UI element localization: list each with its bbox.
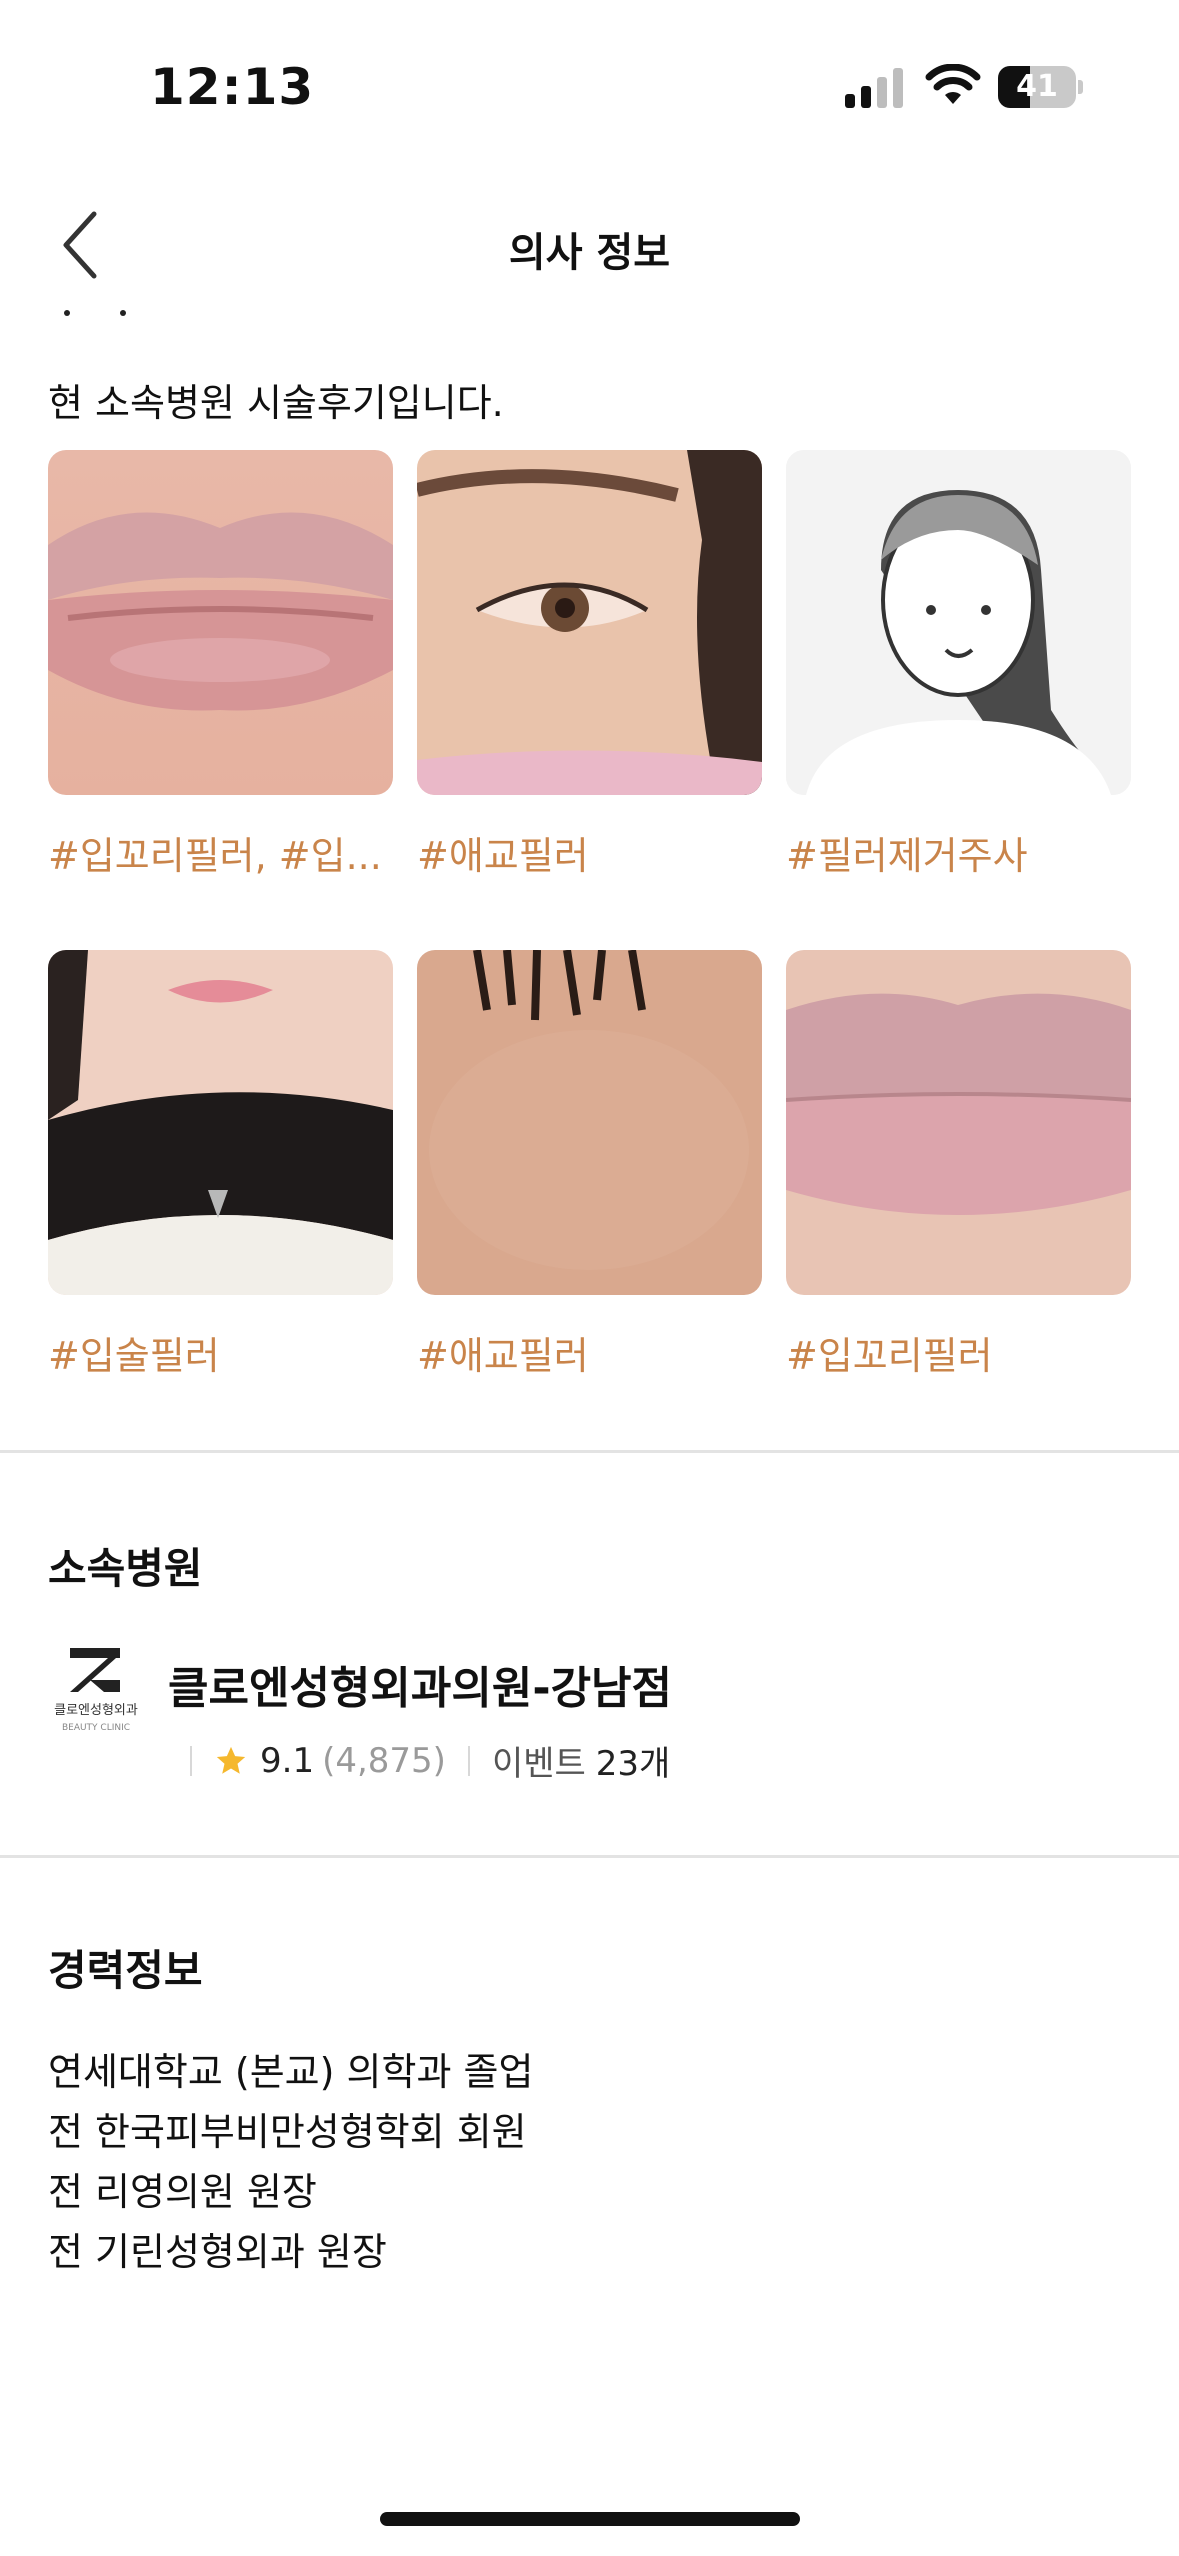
logo-text: 클로엔성형외과 <box>54 1703 138 1718</box>
career-section-title: 경력정보 <box>48 1946 203 1995</box>
review-thumbnail[interactable] <box>786 450 1131 795</box>
review-tag: #애교필러 <box>417 1334 589 1378</box>
meta-separator <box>190 1745 192 1776</box>
page-title: 의사 정보 <box>508 230 671 276</box>
status-bar: 12:13 41 <box>0 0 1179 170</box>
hospital-logo[interactable]: 클로엔성형외과 BEAUTY CLINIC <box>48 1640 144 1736</box>
logo-subtext: BEAUTY CLINIC <box>62 1723 130 1733</box>
section-divider <box>0 1855 1179 1858</box>
cellular-signal-icon <box>845 68 903 108</box>
career-item: 전 리영의원 원장 <box>48 2170 317 2214</box>
avatar-placeholder-icon <box>786 450 1131 795</box>
career-list: 연세대학교 (본교) 의학과 졸업 전 한국피부비만성형학회 회원 전 리영의원… <box>48 2042 533 2282</box>
wifi-icon <box>925 64 981 104</box>
review-card[interactable]: #입술필러 <box>48 950 393 1380</box>
review-tag: #필러제거주사 <box>786 834 1028 878</box>
review-thumbnail[interactable] <box>48 950 393 1295</box>
review-tag: #입술필러 <box>48 1334 220 1378</box>
home-indicator[interactable] <box>380 2512 800 2526</box>
event-label: 이벤트 <box>491 1744 586 1784</box>
status-time: 12:13 <box>150 58 315 116</box>
meta-separator <box>467 1745 470 1776</box>
review-tag: #입꼬리필러 <box>786 1334 993 1378</box>
review-thumbnail[interactable] <box>48 450 393 795</box>
review-card[interactable]: #입꼬리필러 <box>786 950 1131 1380</box>
review-thumbnail[interactable] <box>417 450 762 795</box>
review-card[interactable]: #애교필러 <box>417 450 762 880</box>
star-icon <box>216 1746 246 1774</box>
truncated-text-remnant <box>50 300 150 330</box>
review-card[interactable]: #필러제거주사 <box>786 450 1131 880</box>
review-card[interactable]: #입꼬리필러, #입... <box>48 450 393 880</box>
battery-indicator: 41 <box>998 66 1084 108</box>
review-thumbnail[interactable] <box>417 950 762 1295</box>
career-item: 전 한국피부비만성형학회 회원 <box>48 2110 527 2154</box>
career-item: 연세대학교 (본교) 의학과 졸업 <box>48 2050 534 2094</box>
career-item: 전 기린성형외과 원장 <box>48 2230 387 2274</box>
review-thumbnail[interactable] <box>786 950 1131 1295</box>
hospital-section-title: 소속병원 <box>48 1544 203 1593</box>
hospital-rating: 9.1 <box>260 1740 315 1781</box>
reviews-intro-text: 현 소속병원 시술후기입니다. <box>48 381 504 425</box>
review-tag: #애교필러 <box>417 834 589 878</box>
battery-level: 41 <box>1016 69 1058 104</box>
section-divider <box>0 1450 1179 1453</box>
event-count: 23개 <box>595 1744 671 1784</box>
hospital-name[interactable]: 클로엔성형외과의원-강남점 <box>168 1652 672 1716</box>
hospital-meta: 9.1 (4,875) 이벤트 23개 <box>190 1736 670 1785</box>
review-card[interactable]: #애교필러 <box>417 950 762 1380</box>
hospital-review-count: (4,875) <box>322 1740 446 1781</box>
top-navigation: 의사 정보 <box>0 190 1179 300</box>
review-tag: #입꼬리필러, #입... <box>48 834 382 878</box>
